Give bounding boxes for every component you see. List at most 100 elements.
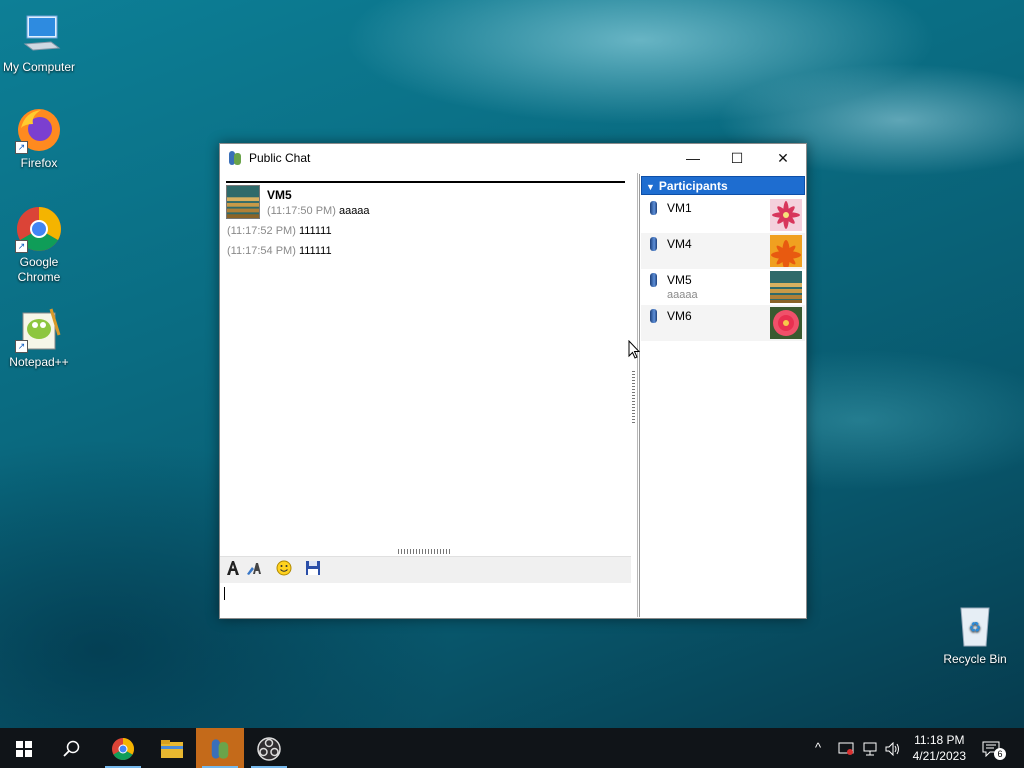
start-button[interactable]: [0, 728, 48, 768]
user-status-icon: [650, 237, 657, 251]
font-color-icon: [247, 563, 261, 575]
participant-avatar: [770, 235, 802, 267]
firefox-icon: ↗: [15, 106, 63, 154]
desktop-icon-my-computer[interactable]: My Computer: [0, 10, 78, 75]
desktop-icon-label: Notepad++: [9, 355, 69, 369]
participants-header[interactable]: ▼ Participants: [641, 176, 805, 195]
desktop-icon-label: Recycle Bin: [943, 652, 1007, 666]
notification-count-badge: 6: [994, 748, 1006, 760]
folder-icon: [161, 739, 183, 758]
message-text: 111111: [298, 245, 332, 257]
svg-text:♻: ♻: [969, 620, 982, 636]
participant-status: aaaaa: [667, 289, 698, 301]
smiley-icon: [276, 560, 292, 576]
desktop-icon-notepad-plus-plus[interactable]: ↗ Notepad++: [0, 305, 78, 370]
pane-divider[interactable]: [637, 173, 638, 617]
formatting-toolbar: [220, 556, 631, 584]
participant-name: VM5: [667, 273, 692, 287]
obs-icon: [257, 737, 281, 761]
mouse-pointer-icon: [628, 340, 640, 359]
shortcut-arrow-icon: ↗: [15, 141, 28, 154]
participant-row-vm1[interactable]: VM1: [641, 197, 805, 233]
font-button[interactable]: [223, 560, 243, 580]
message-timestamp: (11:17:50 PM): [267, 205, 336, 217]
user-status-icon: [650, 309, 657, 323]
participant-name: VM4: [667, 237, 692, 251]
participant-avatar: [770, 307, 802, 339]
participant-row-vm4[interactable]: VM4: [641, 233, 805, 269]
chat-separator: [226, 181, 625, 183]
emoticon-button[interactable]: [274, 560, 294, 580]
close-button[interactable]: ✕: [760, 144, 806, 172]
chat-history[interactable]: VM5 (11:17:50 PM) aaaaa (11:17:52 PM) 11…: [220, 173, 633, 549]
vertical-splitter-handle[interactable]: [632, 369, 635, 423]
participant-avatar: [770, 199, 802, 231]
message-input[interactable]: [220, 583, 631, 617]
minimize-button[interactable]: —: [670, 144, 716, 172]
maximize-button[interactable]: ☐: [714, 144, 760, 172]
show-hidden-icons-chevron-icon[interactable]: ^: [815, 728, 821, 768]
participant-row-vm5[interactable]: VM5 aaaaa: [641, 269, 805, 305]
participants-title: Participants: [658, 179, 728, 193]
taskbar-chat-app[interactable]: [196, 728, 244, 768]
search-icon: [63, 740, 80, 757]
font-icon: [227, 561, 239, 575]
maximize-icon: ☐: [730, 150, 744, 166]
font-color-button[interactable]: [245, 560, 265, 580]
user-status-icon: [650, 201, 657, 215]
desktop-icon-firefox[interactable]: ↗ Firefox: [0, 106, 78, 171]
horizontal-splitter-handle[interactable]: [398, 549, 452, 554]
shortcut-arrow-icon: ↗: [15, 240, 28, 253]
shortcut-arrow-icon: ↗: [15, 340, 28, 353]
desktop-icon-label: Google Chrome: [17, 255, 61, 284]
public-chat-window: Public Chat — ☐ ✕ VM5 (11:17:50 PM) aaaa…: [219, 143, 807, 619]
system-clock[interactable]: 11:18 PM 4/21/2023: [913, 732, 966, 764]
network-icon[interactable]: [862, 728, 878, 768]
computer-icon: [15, 10, 63, 58]
taskbar-chrome[interactable]: [99, 728, 147, 768]
message-timestamp: (11:17:54 PM): [227, 245, 296, 257]
chat-app-icon: [211, 739, 229, 759]
clock-time: 11:18 PM: [914, 733, 965, 747]
desktop-icon-label: My Computer: [2, 60, 76, 74]
participant-avatar: [770, 271, 802, 303]
search-button[interactable]: [48, 728, 96, 768]
save-icon: [306, 561, 320, 575]
chat-message: (11:17:52 PM) 111111: [227, 225, 332, 237]
chrome-icon: ↗: [15, 205, 63, 253]
message-text: aaaaa: [338, 205, 370, 217]
message-text: 111111: [298, 225, 332, 237]
chrome-icon: [112, 737, 134, 760]
volume-icon[interactable]: [885, 728, 901, 768]
user-status-icon: [650, 273, 657, 287]
desktop-icon-google-chrome[interactable]: ↗ Google Chrome: [0, 205, 78, 285]
taskbar-file-explorer[interactable]: [148, 728, 196, 768]
participant-name: VM6: [667, 309, 692, 323]
network-security-icon[interactable]: [838, 728, 854, 768]
chat-message: (11:17:54 PM) 111111: [227, 245, 332, 257]
window-titlebar[interactable]: Public Chat — ☐ ✕: [220, 144, 806, 172]
chat-message: (11:17:50 PM) aaaaa: [267, 205, 370, 217]
message-timestamp: (11:17:52 PM): [227, 225, 296, 237]
desktop-icon-recycle-bin[interactable]: ♻ Recycle Bin: [936, 602, 1014, 667]
chat-app-icon: [229, 151, 241, 165]
notifications-button[interactable]: 6: [982, 728, 1008, 768]
participant-row-vm6[interactable]: VM6: [641, 305, 805, 341]
taskbar-obs[interactable]: [245, 728, 293, 768]
collapse-triangle-icon: ▼: [646, 182, 655, 192]
windows-logo-icon: [16, 740, 32, 757]
text-caret: [224, 587, 225, 600]
minimize-icon: —: [686, 150, 700, 166]
message-sender: VM5: [267, 188, 292, 202]
notepad-plus-plus-icon: ↗: [15, 305, 63, 353]
avatar: [226, 185, 260, 219]
desktop-icon-label: Firefox: [20, 156, 58, 170]
recycle-bin-icon: ♻: [951, 602, 999, 650]
taskbar: ^ 11:18 PM 4/21/2023 6: [0, 728, 1024, 768]
save-button[interactable]: [303, 560, 323, 580]
participant-name: VM1: [667, 201, 692, 215]
close-icon: ✕: [777, 150, 789, 166]
clock-date: 4/21/2023: [912, 749, 966, 763]
window-title: Public Chat: [249, 151, 311, 165]
participants-panel: ▼ Participants VM1 VM4 VM5 aaaaa VM6: [639, 174, 806, 617]
